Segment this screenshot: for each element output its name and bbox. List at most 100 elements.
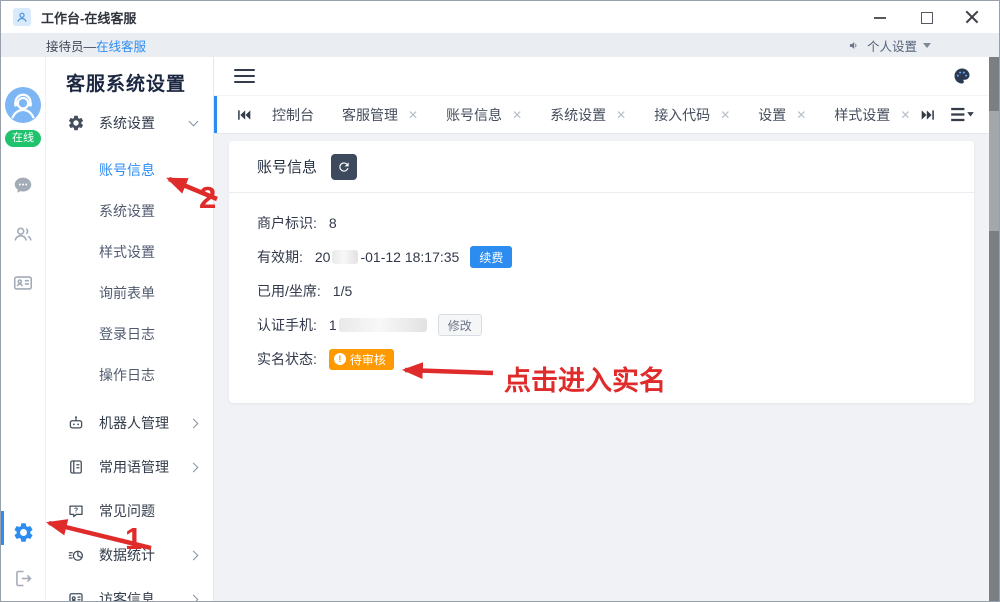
renew-button[interactable]: 续费 [470, 246, 512, 268]
submenu-login-log[interactable]: 登录日志 [46, 313, 213, 354]
visitor-icon [67, 590, 85, 601]
tab-label: 样式设置 [834, 105, 890, 125]
realname-status-badge[interactable]: 待审核 [329, 349, 394, 370]
contact-card-icon[interactable] [12, 272, 34, 294]
menu-visitor-info[interactable]: 访客信息 [46, 577, 213, 601]
scroll-tabs-start-icon[interactable] [236, 107, 252, 123]
maximize-button[interactable] [919, 10, 933, 24]
faq-icon [67, 502, 85, 520]
tab-close-icon[interactable]: ✕ [720, 109, 730, 121]
main-toolbar [214, 57, 989, 96]
window-controls [873, 10, 989, 24]
left-rail: 在线 [1, 57, 46, 601]
tab-console[interactable]: 控制台 [258, 105, 328, 125]
submenu-account-info[interactable]: 账号信息 [46, 149, 213, 190]
card-title: 账号信息 [257, 156, 317, 177]
tab-close-icon[interactable]: ✕ [616, 109, 626, 121]
menu-item-label: 机器人管理 [99, 413, 169, 433]
menu-robot-management[interactable]: 机器人管理 [46, 401, 213, 445]
avatar[interactable] [5, 87, 41, 123]
field-seats-used: 已用/坐席:1/5 [257, 280, 946, 302]
card-body: 商户标识:8 有效期: 20 -01-12 18:17:35 续费已用/坐席:1/5 认证… [229, 193, 974, 370]
hamburger-menu-icon[interactable] [234, 69, 255, 83]
field-label: 商户标识: [257, 213, 317, 233]
gear-icon [67, 114, 85, 132]
scrollbar-thumb[interactable] [989, 111, 999, 231]
field-validity: 有效期: 20 -01-12 18:17:35 续费 [257, 246, 946, 268]
tab-close-icon[interactable]: ✕ [408, 109, 418, 121]
menu-item-label: 常见问题 [99, 501, 155, 521]
tabbar: 控制台客服管理✕账号信息✕ 系统设置 ✕ 接入代码 ✕ 设置 ✕ 样式设置 ✕ [214, 96, 989, 134]
chevron-right-icon [189, 550, 199, 560]
submenu-style-settings[interactable]: 样式设置 [46, 231, 213, 272]
account-info-card: 账号信息 商户标识:8 有效期: 20 -01-12 18:17:35 续费已用/坐席:… [229, 141, 974, 403]
tab-style-settings[interactable]: 样式设置 ✕ [820, 105, 920, 125]
tab-list-dropdown-icon[interactable] [950, 106, 975, 123]
chevron-right-icon [189, 462, 199, 472]
tab-settings[interactable]: 设置 ✕ [744, 105, 820, 125]
menu-faq[interactable]: 常见问题 [46, 489, 213, 533]
submenu-prechat-form[interactable]: 询前表单 [46, 272, 213, 313]
settings-gear-icon[interactable] [12, 521, 35, 544]
tabs: 控制台客服管理✕账号信息✕ 系统设置 ✕ 接入代码 ✕ 设置 ✕ 样式设置 ✕ [258, 105, 920, 125]
chevron-right-icon [189, 418, 199, 428]
exclamation-icon [334, 353, 346, 365]
menu-common-phrases[interactable]: 常用语管理 [46, 445, 213, 489]
speaker-icon [848, 39, 861, 52]
tab-account-info[interactable]: 账号信息✕ [432, 105, 536, 125]
chevron-down-icon [923, 43, 931, 48]
submenu-system-settings[interactable]: 系统设置 [46, 190, 213, 231]
refresh-button[interactable] [331, 154, 357, 180]
main-area: 控制台客服管理✕账号信息✕系统设置✕接入代码✕设置✕样式设置✕ 账号信息 商户标… [214, 57, 989, 601]
field-value: -01-12 18:17:35 [360, 249, 459, 265]
logout-icon[interactable] [13, 568, 34, 589]
field-label: 实名状态: [257, 349, 317, 369]
tab-service-management[interactable]: 客服管理✕ [328, 105, 432, 125]
tab-close-icon[interactable]: ✕ [512, 109, 522, 121]
tab-system-settings[interactable]: 系统设置 ✕ [536, 105, 640, 125]
field-label: 有效期: [257, 247, 303, 267]
field-verified-phone: 认证手机: 1 修改 [257, 314, 946, 336]
vertical-scrollbar[interactable] [989, 57, 999, 601]
tab-label: 控制台 [272, 105, 314, 125]
sidebar-title: 客服系统设置 [46, 63, 213, 101]
visitors-icon[interactable] [12, 223, 34, 245]
menu-system-settings[interactable]: 系统设置 [46, 101, 213, 145]
notebook-icon [67, 458, 85, 476]
field-label: 认证手机: [257, 315, 317, 335]
close-button[interactable] [965, 10, 979, 24]
menu-data-statistics[interactable]: 数据统计 [46, 533, 213, 577]
minimize-button[interactable] [873, 10, 887, 24]
menu-item-label: 系统设置 [99, 113, 155, 133]
field-label: 已用/坐席: [257, 281, 321, 301]
submenu: 账号信息系统设置样式设置询前表单登录日志操作日志 [46, 145, 213, 401]
app-window: 工作台-在线客服 接待员—在线客服 个人设置 在线 [0, 0, 1000, 602]
titlebar: 工作台-在线客服 [1, 1, 999, 33]
badge-label: 待审核 [350, 351, 386, 368]
tab-label: 系统设置 [550, 105, 606, 125]
tab-label: 接入代码 [654, 105, 710, 125]
tab-close-icon[interactable]: ✕ [796, 109, 806, 121]
field-merchant-id: 商户标识:8 [257, 212, 946, 234]
content: 账号信息 商户标识:8 有效期: 20 -01-12 18:17:35 续费已用/坐席:… [214, 134, 989, 601]
settings-sidebar: 客服系统设置 系统设置账号信息系统设置样式设置询前表单登录日志操作日志机器人管理… [46, 57, 214, 601]
online-service-link[interactable]: 在线客服 [96, 36, 146, 55]
card-header: 账号信息 [229, 141, 974, 193]
theme-palette-icon[interactable] [953, 67, 971, 85]
edit-phone-button[interactable]: 修改 [438, 314, 482, 336]
chevron-right-icon [189, 594, 199, 601]
field-value: 1 [329, 317, 337, 333]
app-icon [13, 8, 31, 26]
field-value: 20 [315, 249, 331, 265]
tab-access-code[interactable]: 接入代码 ✕ [640, 105, 744, 125]
chat-icon[interactable] [12, 174, 34, 196]
tab-label: 设置 [758, 105, 786, 125]
window-title: 工作台-在线客服 [41, 8, 136, 27]
personal-settings-menu[interactable]: 个人设置 [848, 36, 931, 55]
rail-bottom [12, 521, 35, 601]
scroll-tabs-end-icon[interactable] [920, 107, 936, 123]
submenu-operation-log[interactable]: 操作日志 [46, 354, 213, 395]
tab-close-icon[interactable]: ✕ [900, 109, 910, 121]
menu-item-label: 访客信息 [99, 589, 155, 601]
receptionist-label: 接待员— [46, 36, 96, 55]
